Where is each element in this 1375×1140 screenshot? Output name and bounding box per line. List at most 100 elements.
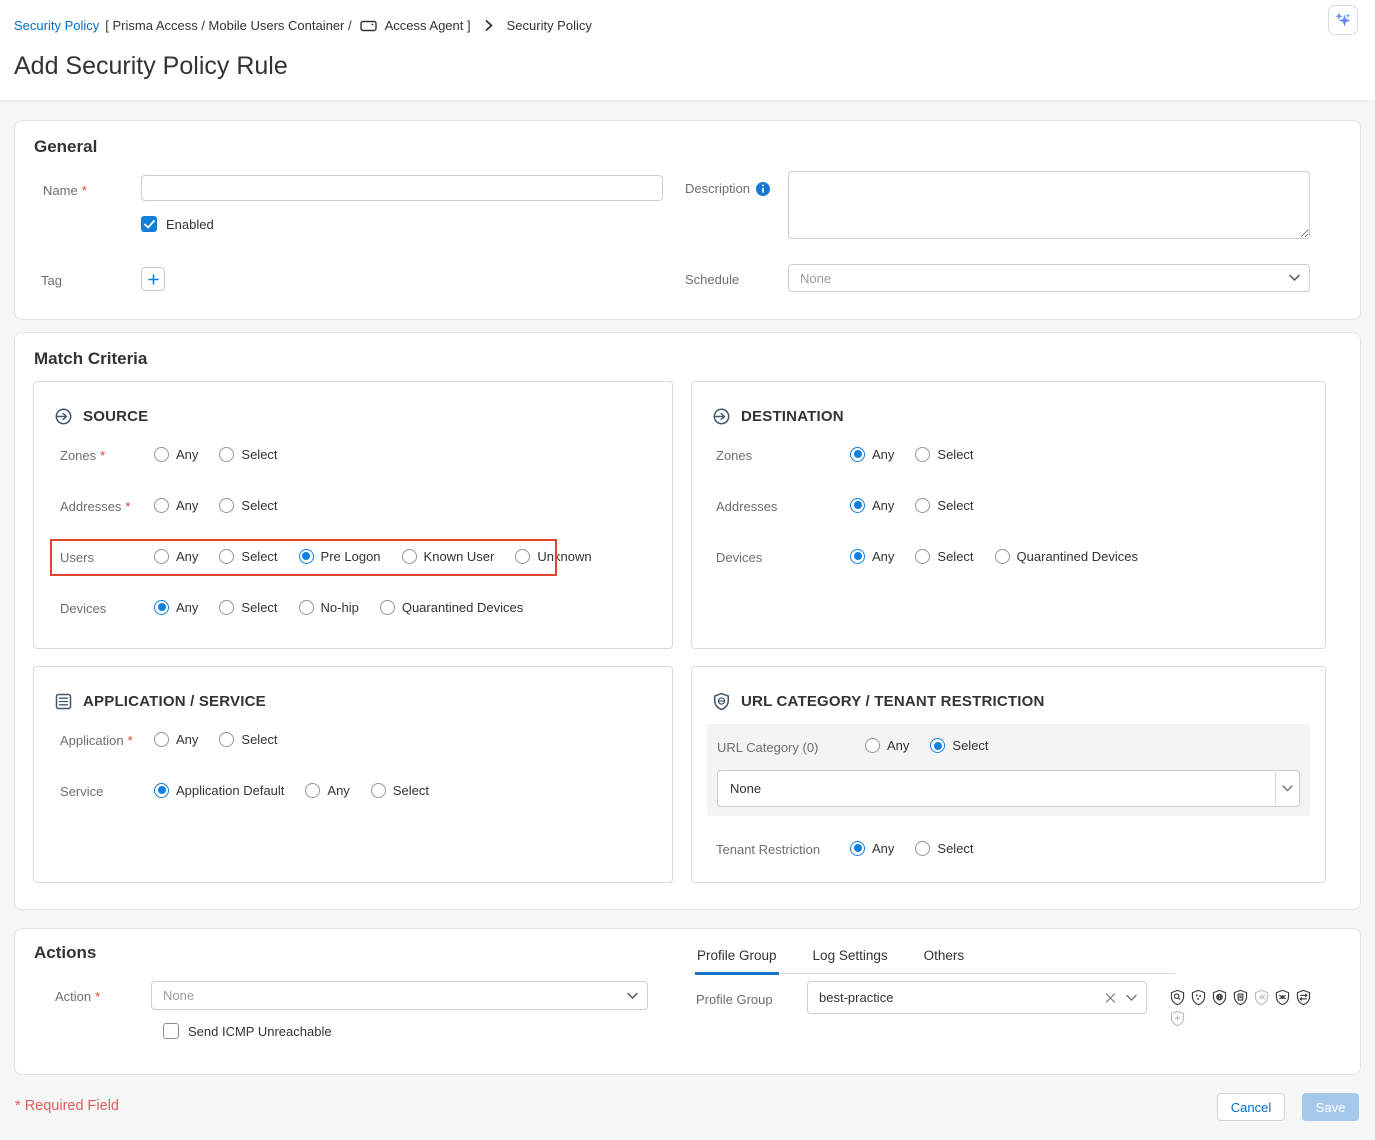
radio-circle[interactable] [380,600,395,615]
shield-globe-icon[interactable] [1211,989,1228,1006]
enabled-checkbox[interactable] [141,216,157,232]
icmp-checkbox[interactable] [163,1023,179,1039]
radio-circle[interactable] [865,738,880,753]
radio-select[interactable]: Select [915,841,973,856]
radio-circle[interactable] [154,447,169,462]
radio-any[interactable]: Any [154,732,198,747]
radio-circle[interactable] [915,447,930,462]
radio-circle[interactable] [154,783,169,798]
radio-any[interactable]: Any [154,600,198,615]
radio-any[interactable]: Any [305,783,349,798]
radio-circle[interactable] [915,841,930,856]
tab-others[interactable]: Others [922,944,967,973]
radio-select[interactable]: Select [915,549,973,564]
description-textarea[interactable] [788,171,1310,239]
radio-select[interactable]: Select [371,783,429,798]
required-marker: * [128,733,133,748]
radio-label: Any [176,600,198,615]
radio-circle[interactable] [299,600,314,615]
radio-any[interactable]: Any [850,447,894,462]
radio-select[interactable]: Select [930,738,988,753]
radio-circle[interactable] [371,783,386,798]
radio-label: Any [327,783,349,798]
radio-circle[interactable] [930,738,945,753]
radio-unknown[interactable]: Unknown [515,549,591,564]
enabled-checkbox-row[interactable]: Enabled [141,216,214,232]
radio-application-default[interactable]: Application Default [154,783,284,798]
radio-circle[interactable] [515,549,530,564]
radio-any[interactable]: Any [154,447,198,462]
radio-label: No-hip [321,600,359,615]
radio-circle[interactable] [219,549,234,564]
shield-bug-icon[interactable] [1274,989,1291,1006]
radio-pre-logon[interactable]: Pre Logon [299,549,381,564]
destination-addresses-row: Addresses AnySelect [692,481,1325,532]
radio-circle[interactable] [219,732,234,747]
radio-select[interactable]: Select [219,447,277,462]
shield-data-filtering-icon[interactable] [1253,989,1270,1006]
url-category-select[interactable]: None [717,770,1300,807]
shield-wildfire-icon[interactable] [1295,989,1312,1006]
radio-circle[interactable] [915,549,930,564]
add-tag-button[interactable] [141,267,165,291]
breadcrumb-security-policy-link[interactable]: Security Policy [14,18,99,33]
radio-select[interactable]: Select [219,600,277,615]
radio-select[interactable]: Select [915,498,973,513]
ai-copilot-button[interactable] [1328,5,1358,35]
radio-circle[interactable] [850,549,865,564]
radio-circle[interactable] [219,498,234,513]
radio-circle[interactable] [154,732,169,747]
radio-any[interactable]: Any [154,498,198,513]
radio-select[interactable]: Select [915,447,973,462]
description-label-row: Description [685,181,770,196]
radio-select[interactable]: Select [219,498,277,513]
radio-circle[interactable] [995,549,1010,564]
radio-select[interactable]: Select [219,732,277,747]
schedule-select[interactable]: None [788,264,1310,292]
shield-ai-icon[interactable] [1169,1010,1186,1027]
radio-quarantined-devices[interactable]: Quarantined Devices [995,549,1138,564]
radio-circle[interactable] [299,549,314,564]
tab-profile-group[interactable]: Profile Group [695,944,779,975]
radio-circle[interactable] [154,549,169,564]
clear-icon[interactable] [1105,992,1116,1003]
radio-label: Select [241,447,277,462]
icmp-checkbox-row[interactable]: Send ICMP Unreachable [163,1023,332,1039]
shield-globe-icon [712,692,731,711]
radio-circle[interactable] [219,447,234,462]
radio-circle[interactable] [154,600,169,615]
actions-section: Actions Action * None Send ICMP Unreacha… [14,928,1361,1075]
radio-any[interactable]: Any [850,549,894,564]
profile-group-select[interactable]: best-practice [807,981,1147,1014]
radio-no-hip[interactable]: No-hip [299,600,359,615]
required-marker: * [125,499,130,514]
radio-any[interactable]: Any [850,841,894,856]
radio-circle[interactable] [402,549,417,564]
radio-label: Any [176,498,198,513]
source-addresses-row: Addresses* AnySelect [34,481,672,532]
shield-file-icon[interactable] [1232,989,1249,1006]
radio-circle[interactable] [219,600,234,615]
radio-known-user[interactable]: Known User [402,549,495,564]
radio-quarantined-devices[interactable]: Quarantined Devices [380,600,523,615]
radio-circle[interactable] [850,498,865,513]
save-button[interactable]: Save [1302,1093,1359,1121]
general-section: General Name * Enabled Tag Description S… [14,120,1361,320]
name-input[interactable] [141,175,663,201]
radio-circle[interactable] [154,498,169,513]
radio-circle[interactable] [850,841,865,856]
tab-log-settings[interactable]: Log Settings [811,944,890,973]
radio-select[interactable]: Select [219,549,277,564]
action-select[interactable]: None [151,981,648,1010]
radio-any[interactable]: Any [850,498,894,513]
shield-spyware-icon[interactable] [1190,989,1207,1006]
cancel-button[interactable]: Cancel [1217,1093,1285,1121]
radio-circle[interactable] [915,498,930,513]
radio-label: Select [393,783,429,798]
radio-any[interactable]: Any [154,549,198,564]
info-icon[interactable] [756,182,770,196]
radio-circle[interactable] [850,447,865,462]
radio-any[interactable]: Any [865,738,909,753]
radio-circle[interactable] [305,783,320,798]
shield-search-icon[interactable] [1169,989,1186,1006]
